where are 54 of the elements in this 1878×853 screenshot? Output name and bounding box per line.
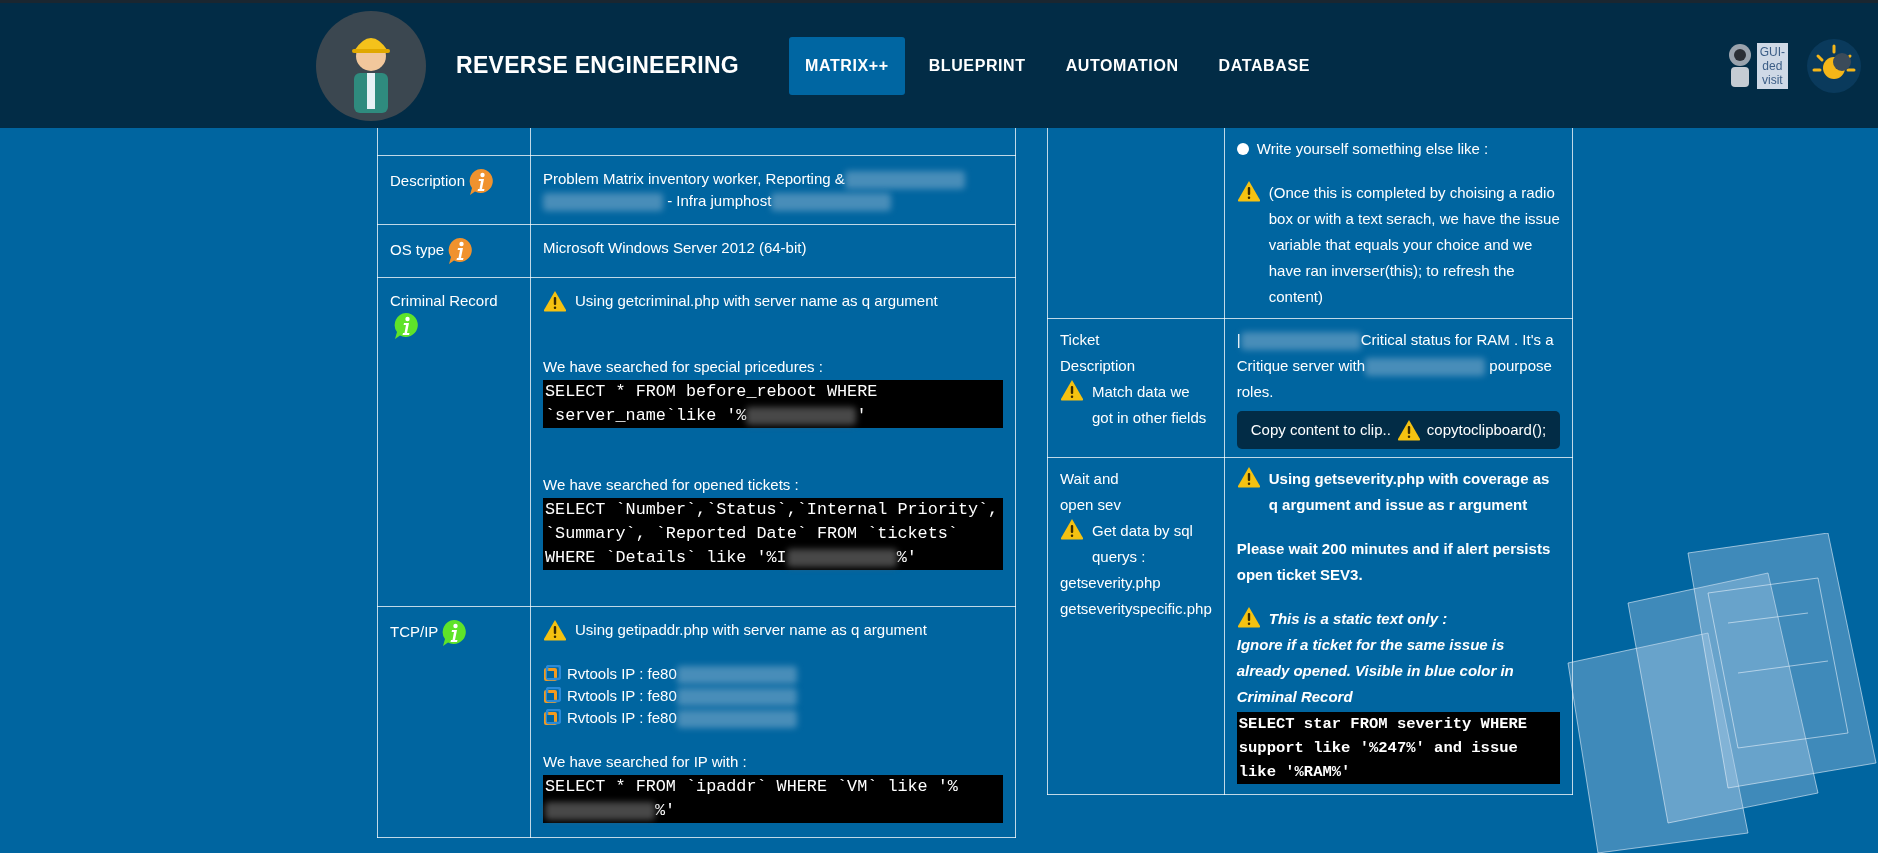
avatar-icon bbox=[316, 10, 426, 121]
sql-query: SELECT * FROM before_reboot WHERE `server_name`like '% ' bbox=[543, 380, 1003, 428]
ip-text: Rvtools IP : fe80 bbox=[567, 663, 797, 685]
cell-text: We have searched for IP with : bbox=[543, 752, 748, 772]
note-text: This is a static text only : bbox=[1268, 609, 1448, 629]
cell-text: getseverity.php bbox=[1060, 573, 1162, 593]
row-label: Criminal Record bbox=[390, 292, 498, 309]
vm-icon bbox=[543, 687, 561, 705]
sql-query: SELECT `Number`,`Status`,`Internal Priority`, `Summary`, `Reported Date` FROM `tickets` WHERE `Details` like '%I %' bbox=[543, 498, 1003, 570]
nav-tab[interactable]: AUTOMATION bbox=[1049, 36, 1195, 95]
cell-text: Wait and bbox=[1060, 469, 1120, 489]
cell-text: Ignore if a ticket for the same issue is already opened. Visible in blue color in Criminal Record bbox=[1236, 635, 1515, 707]
radio-button[interactable] bbox=[1236, 143, 1249, 155]
note-text: Using getseverity.php with coverage as q argument and issue as r argument bbox=[1268, 469, 1551, 515]
ip-text: Rvtools IP : fe80 bbox=[567, 707, 797, 729]
cell-text: | Critical status for RAM . It's a Critique server with pourpose roles. bbox=[1236, 330, 1555, 402]
vm-icon bbox=[543, 665, 561, 683]
cell-text: Microsoft Windows Server 2012 (64-bit) bbox=[543, 238, 808, 258]
copy-bar[interactable]: Copy content to clip.. copytoclipboard(); bbox=[1236, 411, 1561, 449]
info-icon[interactable] bbox=[441, 619, 468, 647]
ip-text: Rvtools IP : fe80 bbox=[567, 685, 797, 707]
note-text: Using getcriminal.php with server name as q argument bbox=[575, 291, 938, 311]
sql-query: SELECT * FROM `ipaddr` WHERE `VM` like '% %' bbox=[543, 775, 1003, 823]
row-label: TCP/IP bbox=[390, 622, 439, 640]
guided-visit-button[interactable]: GUI- ded visit bbox=[1724, 40, 1788, 91]
info-icon[interactable] bbox=[447, 237, 474, 265]
cell-text: Problem Matrix inventory worker, Reporting & - Infra jumphost bbox=[543, 168, 1003, 212]
info-icon[interactable] bbox=[468, 168, 495, 196]
warning-icon bbox=[1396, 419, 1421, 441]
cell-text: Description bbox=[1060, 356, 1137, 376]
info-icon[interactable] bbox=[393, 312, 419, 340]
copy-code: copytoclipboard(); bbox=[1426, 420, 1547, 440]
nav-tab[interactable]: BLUEPRINT bbox=[912, 36, 1042, 95]
nav-tab[interactable]: DATABASE bbox=[1202, 36, 1326, 95]
row-label: OS type bbox=[390, 240, 445, 258]
cell-text: We have searched for opened tickets : bbox=[543, 475, 800, 495]
sun-moon-icon[interactable] bbox=[1806, 37, 1862, 94]
vm-icon bbox=[543, 709, 561, 727]
note-text: Using getipaddr.php with server name as q argument bbox=[575, 620, 927, 640]
site-title: REVERSE ENGINEERING bbox=[456, 52, 740, 79]
copy-label: Copy content to clip.. bbox=[1250, 420, 1391, 440]
cell-text: open ticket SEV3. bbox=[1236, 565, 1364, 585]
note-text: Match data we got in other fields bbox=[1092, 382, 1208, 428]
nav-tab[interactable]: MATRIX++ bbox=[789, 36, 905, 95]
note-text: Get data by sql querys : bbox=[1092, 521, 1194, 567]
cell-text: We have searched for special pricedures : bbox=[543, 357, 824, 377]
cell-text: open sev bbox=[1060, 495, 1122, 515]
row-label: Description bbox=[390, 171, 466, 189]
note-text: (Once this is completed by choising a radio box or with a text serach, we have the issue variable that equals your choice and we have ran inverser(this); to refresh the content) bbox=[1268, 183, 1561, 307]
cell-text: getseverityspecific.php bbox=[1060, 599, 1212, 619]
cell-text: Ticket bbox=[1060, 330, 1101, 350]
cell-text: Please wait 200 minutes and if alert persists bbox=[1236, 539, 1552, 559]
radio-label: Write yourself something else like : bbox=[1256, 139, 1489, 159]
sql-query: SELECT star FROM severity WHERE support like '%247%' and issue like '%RAM%' bbox=[1236, 712, 1561, 784]
